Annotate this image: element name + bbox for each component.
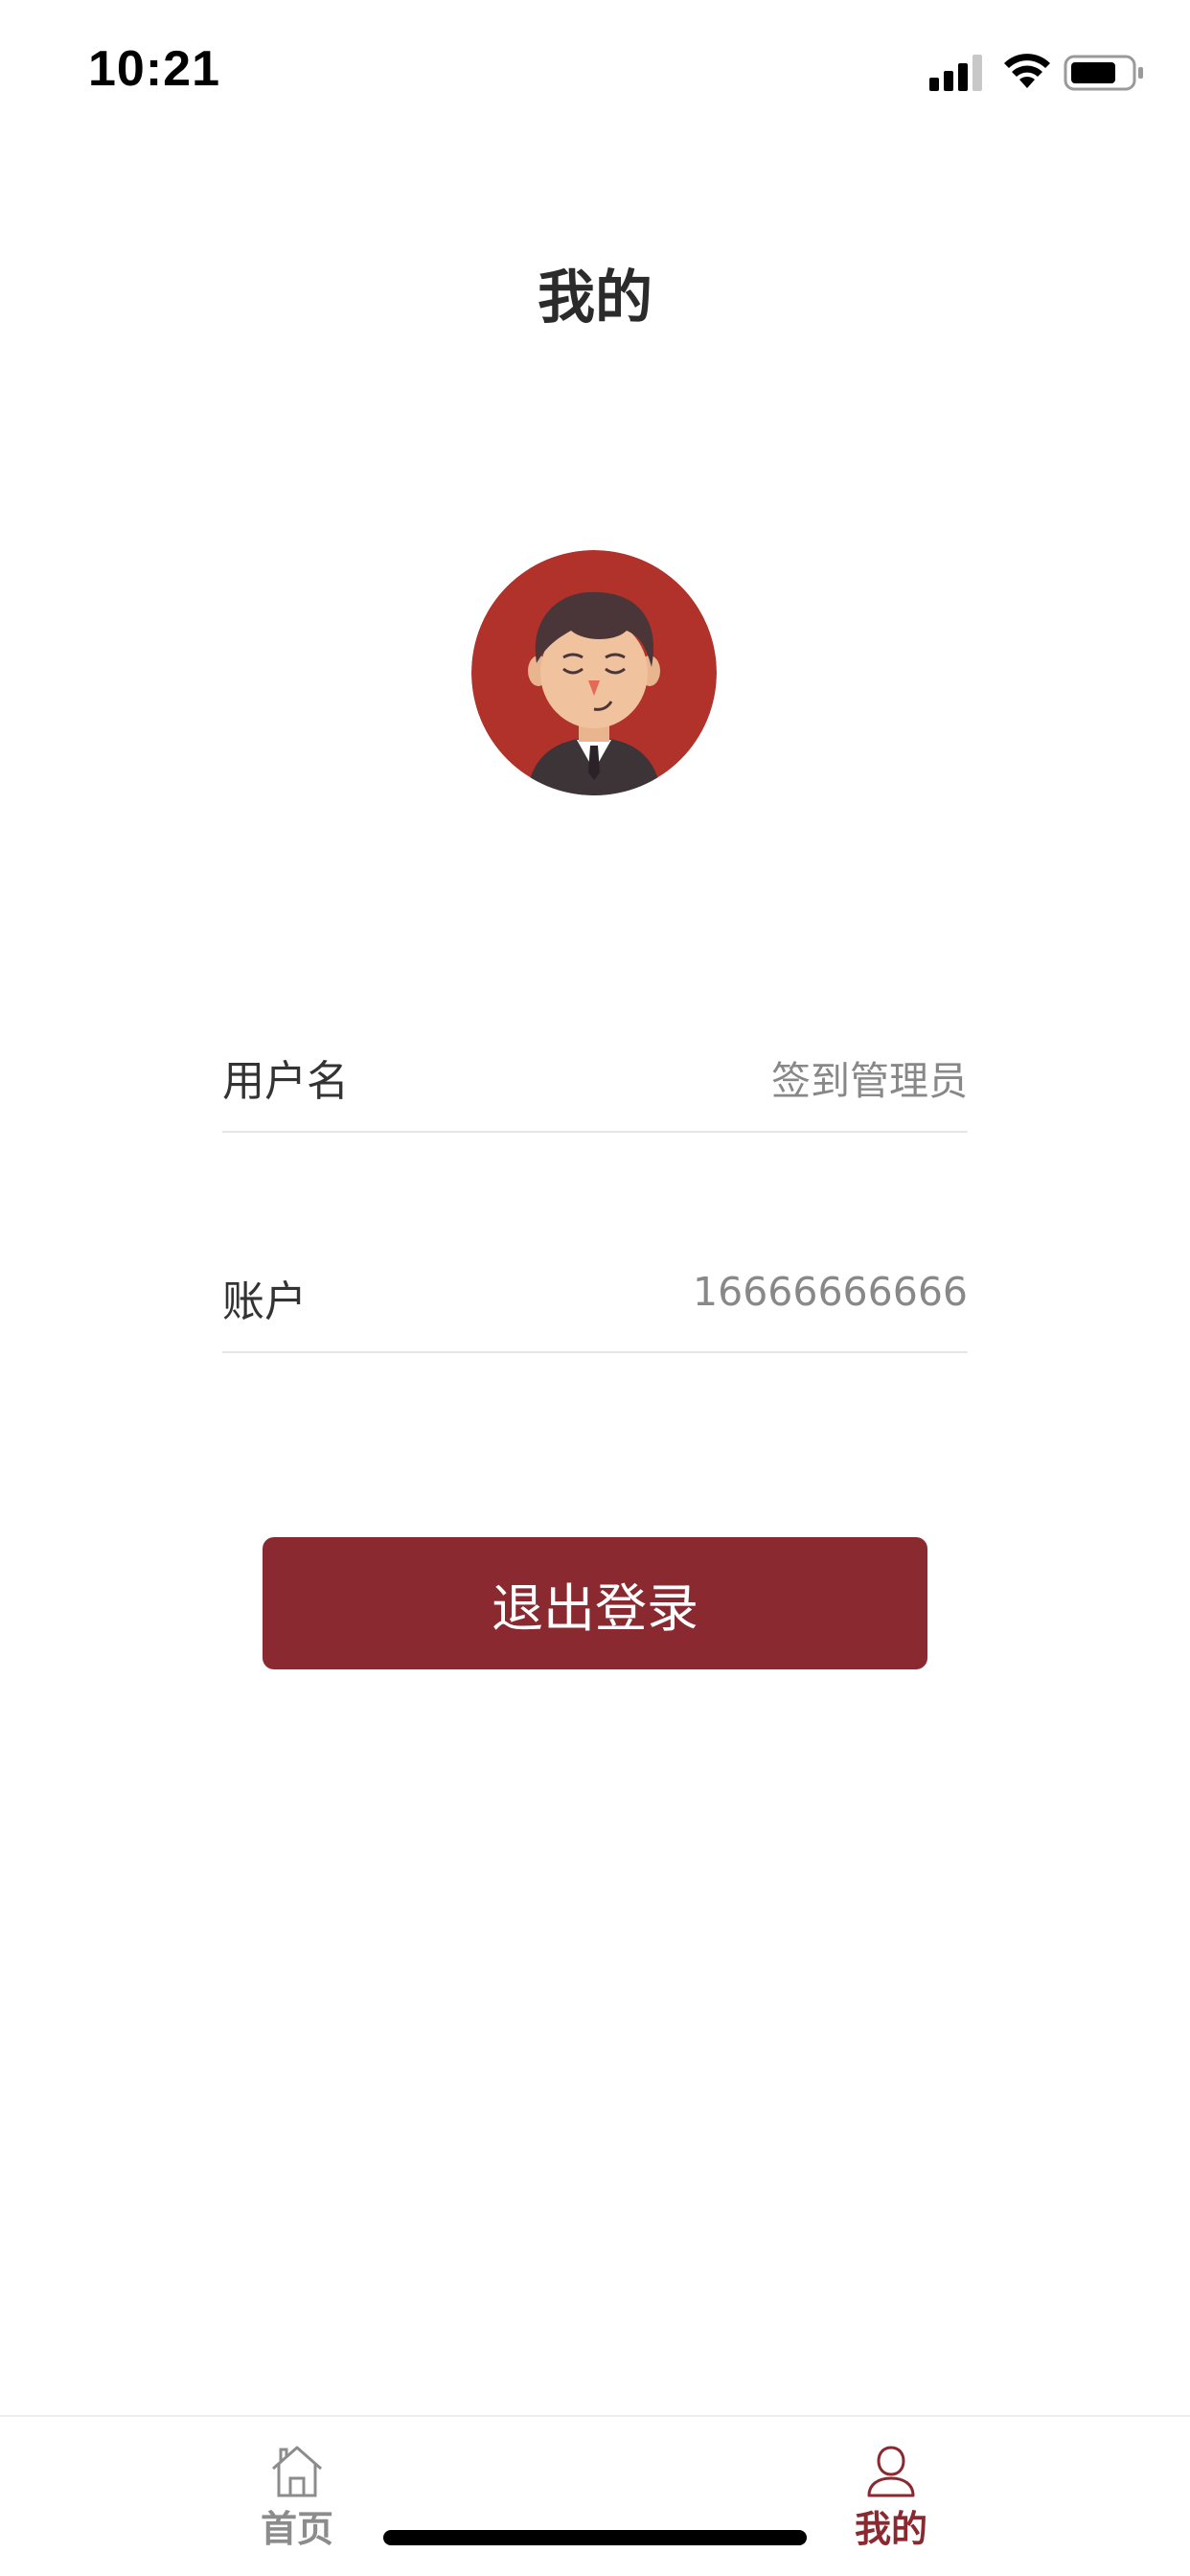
cellular-signal-icon	[929, 55, 982, 91]
avatar-icon	[471, 550, 717, 795]
tab-mine-label: 我的	[854, 2508, 927, 2550]
tab-mine[interactable]: 我的	[795, 2417, 987, 2576]
logout-button[interactable]: 退出登录	[263, 1537, 927, 1669]
account-value: 16666666666	[693, 1269, 968, 1315]
battery-icon	[1064, 55, 1143, 91]
mine-page: 10:21 我的 用户名 签到管理员 账户 16666666666 退出登录 首…	[0, 0, 1190, 2576]
person-icon	[867, 2446, 915, 2497]
tab-home-label: 首页	[260, 2508, 333, 2550]
status-time: 10:21	[88, 41, 220, 97]
tab-home[interactable]: 首页	[201, 2417, 393, 2576]
tab-bar: 首页 我的	[0, 2415, 1190, 2576]
avatar[interactable]	[471, 550, 717, 795]
username-label: 用户名	[222, 1057, 349, 1106]
home-indicator[interactable]	[383, 2530, 807, 2545]
account-label: 账户	[222, 1277, 307, 1326]
home-icon	[272, 2446, 322, 2497]
username-value: 签到管理员	[771, 1058, 968, 1104]
username-row: 用户名 签到管理员	[222, 1022, 968, 1133]
wifi-icon	[1004, 54, 1050, 88]
page-title: 我的	[538, 264, 652, 332]
account-row: 账户 16666666666	[222, 1242, 968, 1353]
status-bar: 10:21	[0, 0, 1190, 144]
